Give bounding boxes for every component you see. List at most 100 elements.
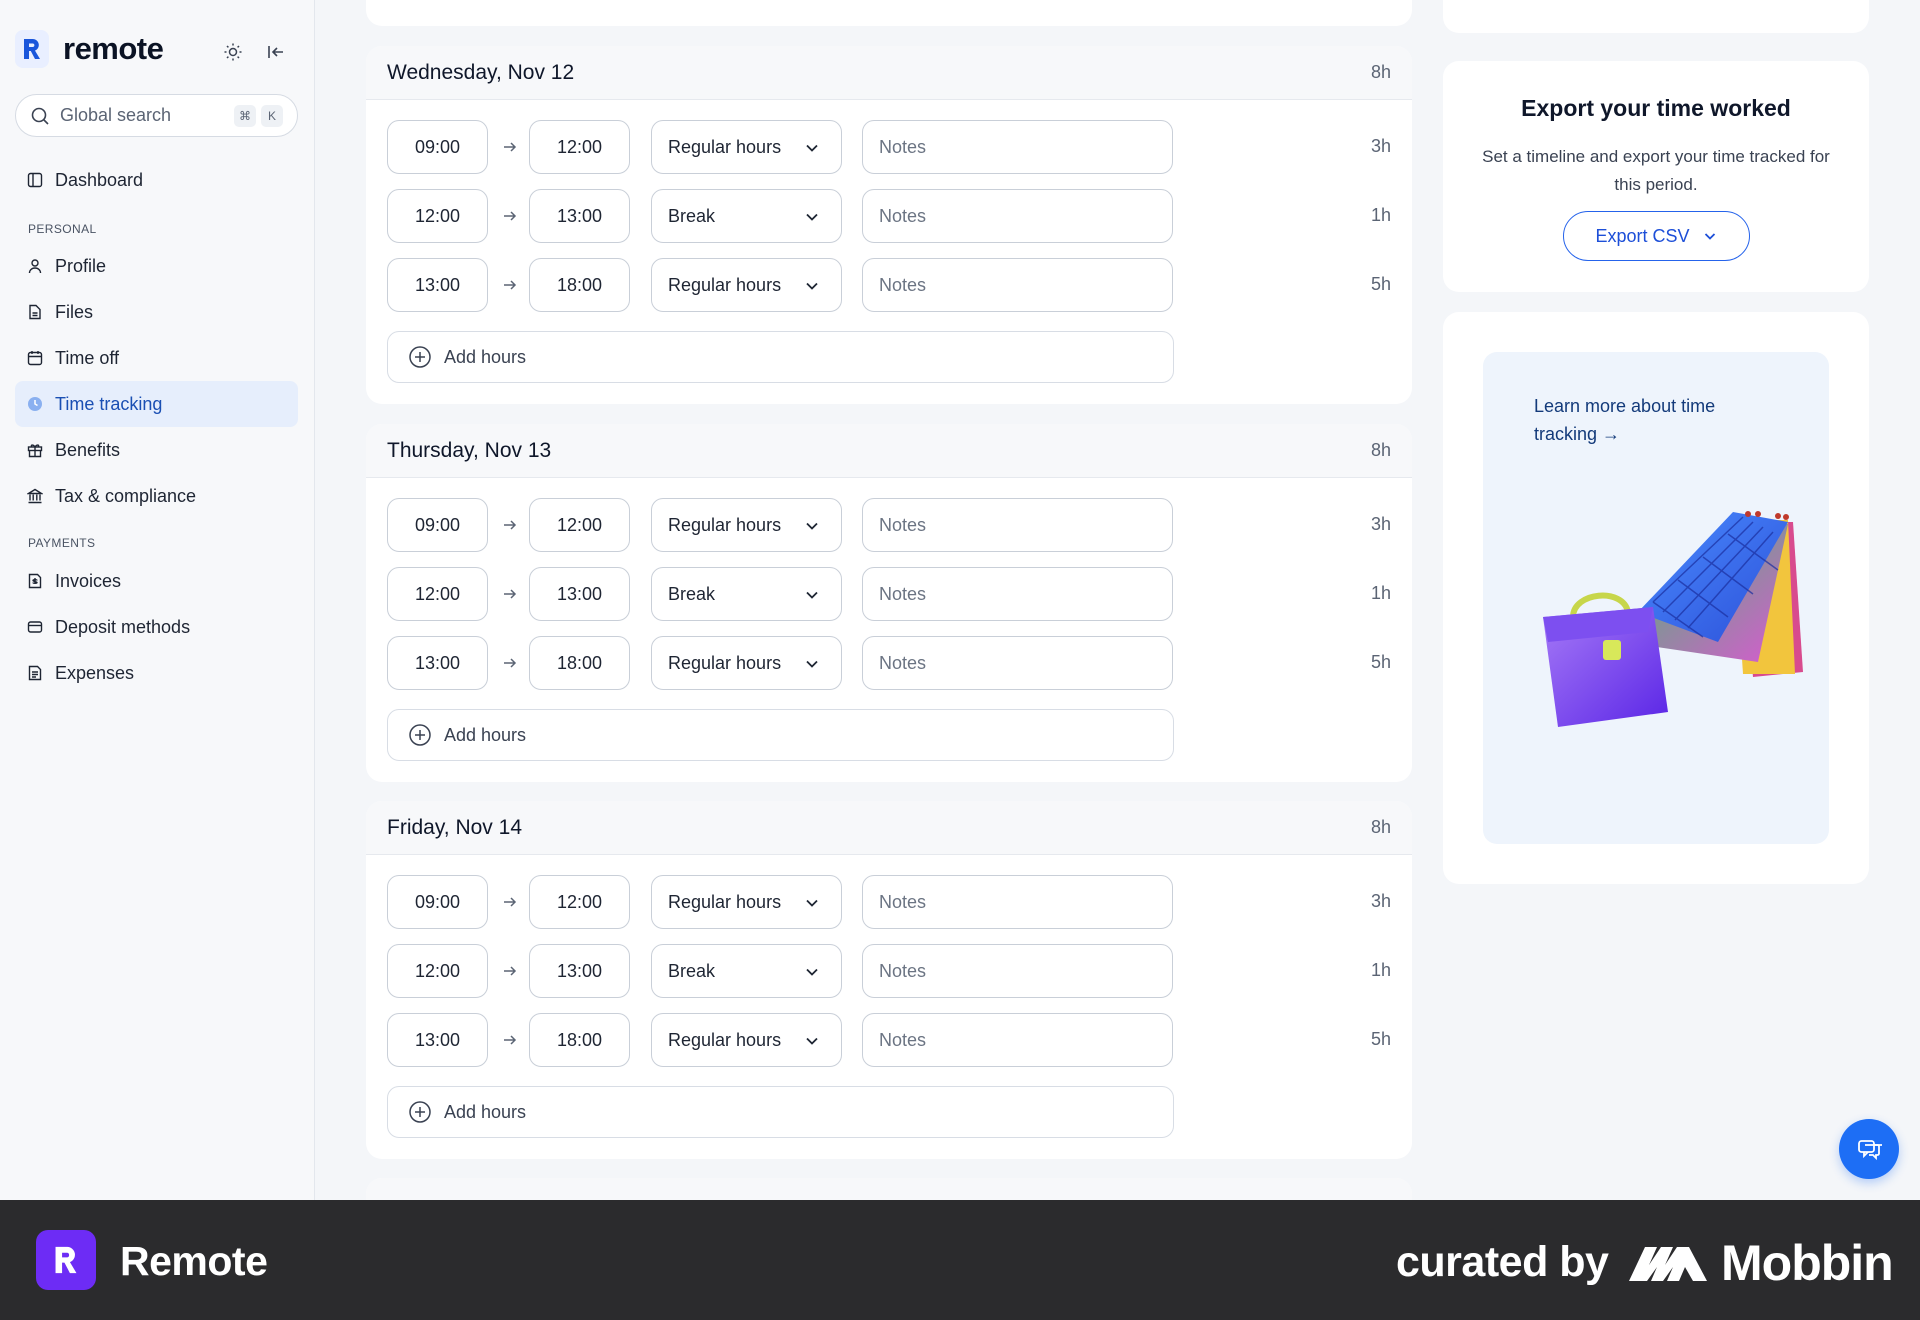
nav-deposit-methods[interactable]: Deposit methods — [15, 604, 298, 650]
export-csv-label: Export CSV — [1595, 225, 1690, 246]
plus-circle-icon — [408, 345, 432, 369]
day-card: Thursday, Nov 13 8h 09:00 12:00 Regular hour… — [366, 424, 1412, 782]
nav-files[interactable]: Files — [15, 289, 298, 335]
arrow-right-icon — [499, 514, 521, 536]
mobbin-logo-icon — [1629, 1247, 1707, 1281]
day-header: Friday, Nov 14 8h — [366, 801, 1412, 855]
sidebar: remote Global search ⌘ K Dashboard PERSO… — [0, 0, 315, 1200]
end-time-input[interactable]: 12:00 — [529, 875, 630, 929]
mobbin-brand: Mobbin — [1627, 1234, 1894, 1292]
row-hours: 1h — [1370, 583, 1391, 603]
plus-circle-icon — [408, 1100, 432, 1124]
start-time-input[interactable]: 09:00 — [387, 120, 488, 174]
invoice-icon — [27, 573, 43, 589]
nav-expenses[interactable]: Expenses — [15, 650, 298, 696]
end-time-input[interactable]: 12:00 — [529, 498, 630, 552]
chevron-down-icon — [803, 1032, 821, 1055]
start-time-input[interactable]: 09:00 — [387, 875, 488, 929]
global-search-input[interactable]: Global search ⌘ K — [15, 94, 298, 137]
hours-type-select[interactable]: Regular hours — [651, 498, 842, 552]
time-entry-row: 09:00 12:00 Regular hours Notes 3h — [387, 498, 1391, 552]
plus-circle-icon — [408, 723, 432, 747]
start-time-input[interactable]: 12:00 — [387, 944, 488, 998]
invoice-card — [1443, 0, 1869, 33]
chevron-down-icon — [803, 655, 821, 678]
hours-type-select[interactable]: Regular hours — [651, 258, 842, 312]
theme-toggle-sun-icon[interactable] — [219, 38, 247, 66]
start-time-input[interactable]: 13:00 — [387, 1013, 488, 1067]
hours-type-select[interactable]: Regular hours — [651, 875, 842, 929]
notes-input[interactable]: Notes — [862, 875, 1173, 929]
end-time-input[interactable]: 18:00 — [529, 1013, 630, 1067]
add-hours-label: Add hours — [444, 724, 527, 745]
hours-type-select[interactable]: Break — [651, 944, 842, 998]
start-time-input[interactable]: 13:00 — [387, 258, 488, 312]
file-icon — [27, 304, 43, 320]
arrow-right-icon — [499, 891, 521, 913]
notes-input[interactable]: Notes — [862, 1013, 1173, 1067]
notes-input[interactable]: Notes — [862, 120, 1173, 174]
notes-input[interactable]: Notes — [862, 498, 1173, 552]
nav-section-personal: PERSONAL — [28, 222, 97, 236]
add-hours-button[interactable]: Add hours — [387, 1086, 1174, 1138]
nav-section-payments: PAYMENTS — [28, 536, 96, 550]
add-hours-button[interactable]: Add hours — [387, 331, 1174, 383]
learn-more-time-tracking-link[interactable]: Learn more about time tracking → — [1534, 392, 1764, 448]
end-time-input[interactable]: 13:00 — [529, 567, 630, 621]
end-time-input[interactable]: 18:00 — [529, 258, 630, 312]
nav-time-tracking[interactable]: Time tracking — [15, 381, 298, 427]
start-time-input[interactable]: 12:00 — [387, 189, 488, 243]
hours-type-select[interactable]: Break — [651, 189, 842, 243]
row-hours: 3h — [1370, 136, 1391, 156]
nav-time-off[interactable]: Time off — [15, 335, 298, 381]
start-time-input[interactable]: 12:00 — [387, 567, 488, 621]
nav-profile[interactable]: Profile — [15, 243, 298, 289]
start-time-input[interactable]: 09:00 — [387, 498, 488, 552]
end-time-input[interactable]: 12:00 — [529, 120, 630, 174]
day-total-hours: 8h — [1370, 62, 1391, 82]
notes-input[interactable]: Notes — [862, 189, 1173, 243]
time-entry-row: 09:00 12:00 Regular hours Notes 3h — [387, 120, 1391, 174]
day-title: Thursday, Nov 13 — [387, 439, 552, 462]
end-time-input[interactable]: 13:00 — [529, 189, 630, 243]
kbd-command: ⌘ — [234, 105, 256, 127]
hours-type-value: Regular hours — [668, 274, 782, 295]
day-title: Friday, Nov 14 — [387, 816, 522, 839]
hours-type-select[interactable]: Regular hours — [651, 120, 842, 174]
end-time-input[interactable]: 18:00 — [529, 636, 630, 690]
search-placeholder: Global search — [60, 105, 172, 125]
nav-dashboard[interactable]: Dashboard — [15, 157, 298, 203]
nav-invoices[interactable]: Invoices — [15, 558, 298, 604]
chat-button[interactable] — [1839, 1119, 1899, 1179]
footer-app-name: Remote — [120, 1238, 268, 1284]
time-entry-row: 13:00 18:00 Regular hours Notes 5h — [387, 1013, 1391, 1067]
add-hours-button[interactable]: Add hours — [387, 709, 1174, 761]
collapse-sidebar-icon[interactable] — [262, 38, 290, 66]
notes-input[interactable]: Notes — [862, 944, 1173, 998]
footer-bar: Remote curated by Mobbin — [0, 1200, 1920, 1320]
dashboard-icon — [27, 172, 43, 188]
hours-type-select[interactable]: Regular hours — [651, 636, 842, 690]
nav-benefits[interactable]: Benefits — [15, 427, 298, 473]
row-hours: 1h — [1370, 960, 1391, 980]
nav-profile-label: Profile — [55, 255, 107, 276]
nav-tax-compliance[interactable]: Tax & compliance — [15, 473, 298, 519]
start-time-input[interactable]: 13:00 — [387, 636, 488, 690]
export-csv-button[interactable]: Export CSV — [1563, 211, 1750, 261]
row-hours: 3h — [1370, 514, 1391, 534]
notes-input[interactable]: Notes — [862, 567, 1173, 621]
hours-type-value: Regular hours — [668, 652, 782, 673]
hours-type-select[interactable]: Regular hours — [651, 1013, 842, 1067]
brand-name: remote — [63, 31, 164, 66]
nav-benefits-label: Benefits — [55, 439, 121, 460]
time-entry-row: 13:00 18:00 Regular hours Notes 5h — [387, 258, 1391, 312]
previous-day-card — [366, 0, 1412, 26]
day-card: Friday, Nov 14 8h 09:00 12:00 Regular hours N… — [366, 801, 1412, 1159]
chevron-down-icon — [803, 963, 821, 986]
brand[interactable]: remote — [15, 30, 164, 68]
end-time-input[interactable]: 13:00 — [529, 944, 630, 998]
notes-input[interactable]: Notes — [862, 636, 1173, 690]
notes-input[interactable]: Notes — [862, 258, 1173, 312]
clock-icon — [27, 396, 43, 412]
hours-type-select[interactable]: Break — [651, 567, 842, 621]
